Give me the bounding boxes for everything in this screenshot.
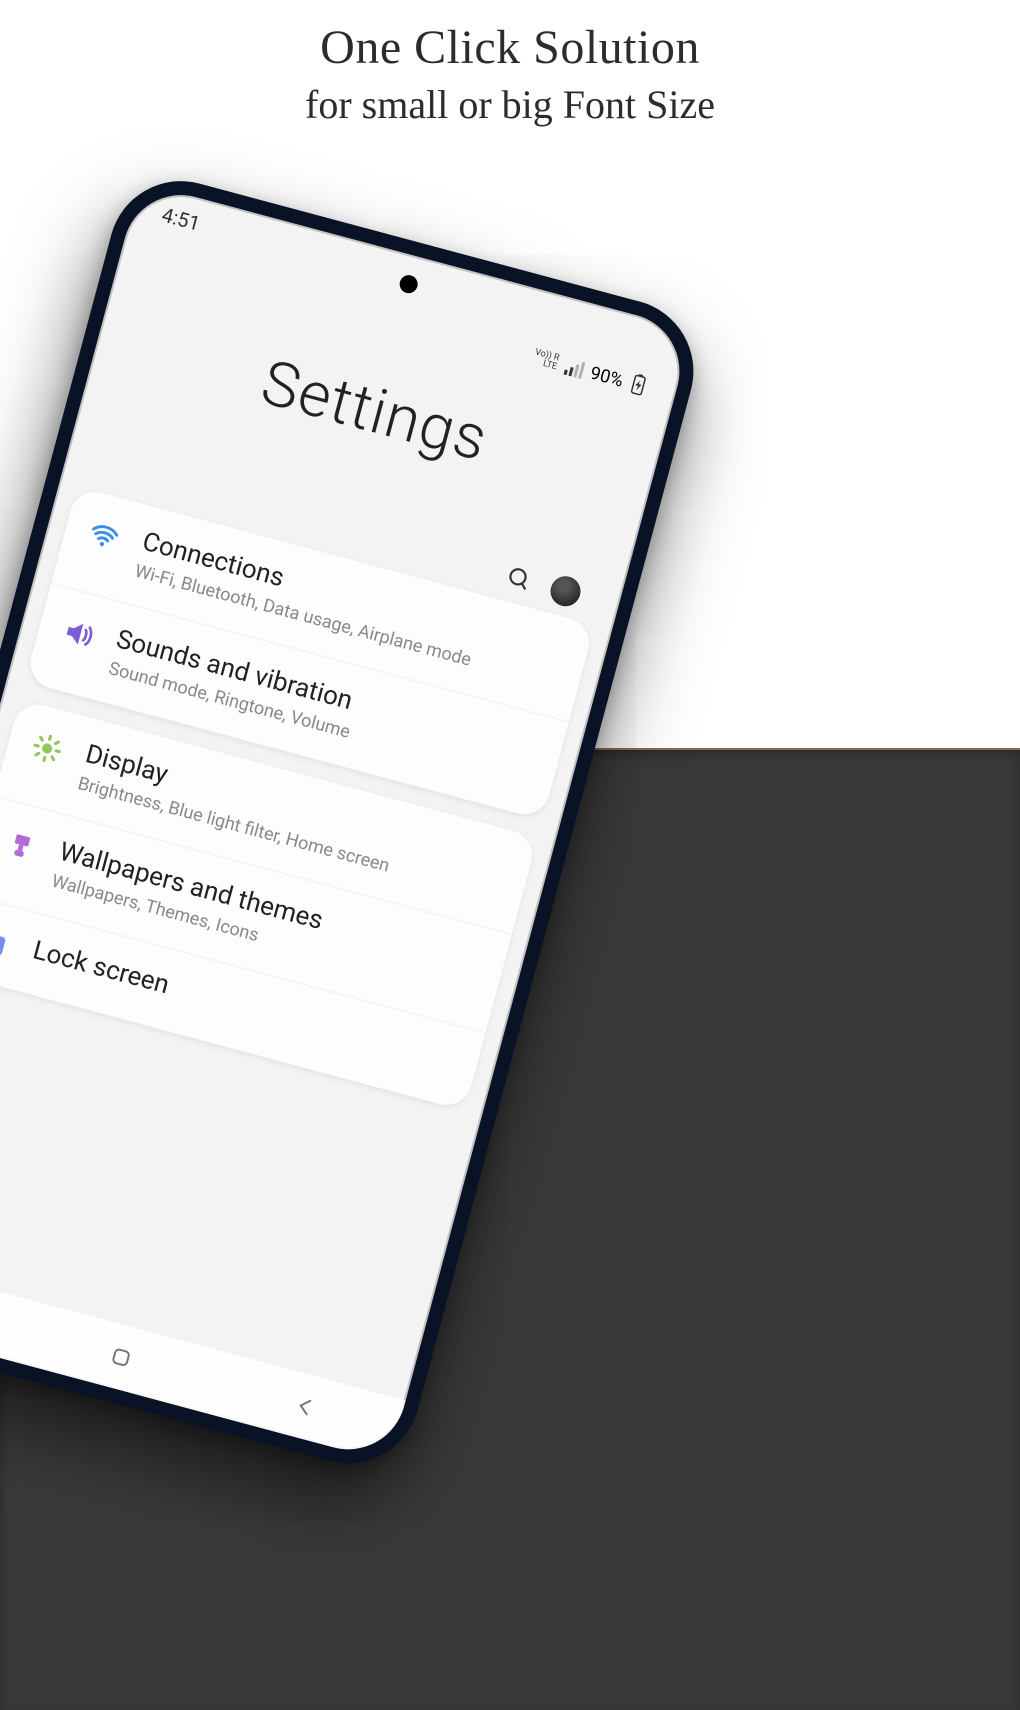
lock-icon xyxy=(0,923,16,965)
marketing-tagline: One Click Solution for small or big Font… xyxy=(0,20,1020,128)
volume-icon xyxy=(57,613,99,655)
wifi-icon xyxy=(83,515,125,557)
signal-icon xyxy=(563,357,585,378)
promo-canvas: One Click Solution for small or big Font… xyxy=(0,0,1020,1710)
status-time: 4:51 xyxy=(159,202,202,235)
home-button[interactable] xyxy=(97,1333,146,1382)
sun-icon xyxy=(26,727,68,769)
page-title: Settings xyxy=(254,346,496,476)
profile-avatar[interactable] xyxy=(547,573,584,610)
tagline-line-1: One Click Solution xyxy=(0,20,1020,75)
tagline-line-2: for small or big Font Size xyxy=(0,81,1020,128)
network-type-label: Vo)) R LTE xyxy=(532,348,561,372)
back-button[interactable] xyxy=(281,1382,330,1431)
search-icon[interactable] xyxy=(503,563,535,595)
brush-icon xyxy=(0,825,42,867)
